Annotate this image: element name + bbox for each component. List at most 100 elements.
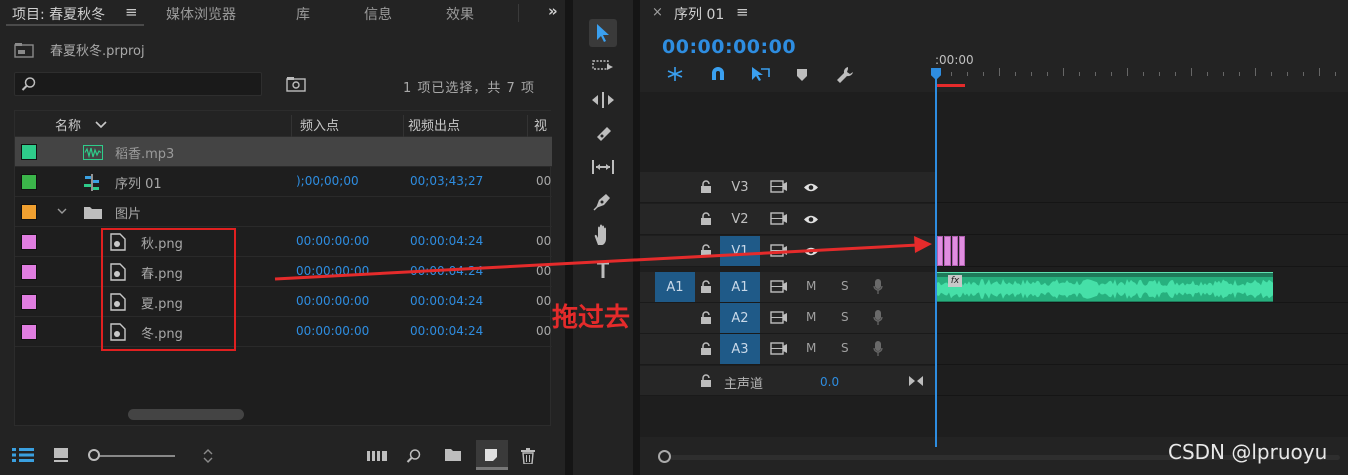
image-clip[interactable]: [944, 236, 951, 266]
list-item-audio[interactable]: 稻香.mp3: [15, 137, 552, 167]
automate-to-sequence-icon[interactable]: [367, 448, 387, 462]
sequence-tab-title[interactable]: 序列 01: [674, 4, 724, 24]
icon-view-icon[interactable]: [54, 448, 68, 462]
audio-clip-a1[interactable]: fx: [937, 272, 1273, 302]
sort-chevron-icon[interactable]: [95, 121, 107, 129]
source-patch-a1[interactable]: A1: [655, 272, 695, 302]
image-clip[interactable]: [937, 236, 944, 266]
list-item-sequence[interactable]: 序列 01 );00;00;00 00;03;43;27 00: [15, 167, 552, 197]
expand-chevron-icon[interactable]: [57, 208, 67, 215]
sort-order-icon[interactable]: [202, 448, 214, 464]
track-target-a1[interactable]: A1: [720, 272, 760, 302]
new-bin-icon[interactable]: [444, 448, 462, 462]
track-target-v1[interactable]: V1: [720, 236, 760, 266]
horizontal-scrollbar[interactable]: [128, 409, 244, 420]
solo-button[interactable]: S: [841, 310, 849, 324]
find-icon[interactable]: [406, 448, 422, 464]
label-color-swatch[interactable]: [21, 174, 37, 190]
track-target-v2[interactable]: V2: [720, 204, 760, 234]
solo-button[interactable]: S: [841, 341, 849, 355]
tab-info[interactable]: 信息: [364, 4, 392, 24]
type-tool[interactable]: [589, 256, 617, 284]
playhead-line[interactable]: [935, 70, 937, 447]
lock-icon[interactable]: [700, 280, 712, 293]
insert-overwrite-sequences-icon[interactable]: [666, 66, 684, 82]
column-video-out[interactable]: 视频出点: [408, 115, 460, 134]
tab-project[interactable]: 项目: 春夏秋冬: [12, 4, 105, 24]
track-v3[interactable]: [937, 172, 1348, 203]
go-to-in-out-icon[interactable]: [908, 375, 924, 387]
label-color-swatch[interactable]: [21, 234, 37, 250]
track-master[interactable]: [937, 366, 1348, 396]
list-item-image[interactable]: 冬.png 00:00:00:00 00:00:04:24 00: [15, 317, 552, 347]
lock-icon[interactable]: [700, 311, 712, 324]
sync-lock-icon[interactable]: [770, 212, 788, 225]
solo-button[interactable]: S: [841, 279, 849, 293]
scrollbar-handle[interactable]: [658, 450, 671, 463]
panel-menu-icon[interactable]: ≡: [125, 3, 138, 21]
work-area-bar[interactable]: [937, 84, 965, 87]
list-item-image[interactable]: 秋.png 00:00:00:00 00:00:04:24 00: [15, 227, 552, 257]
eye-icon[interactable]: [803, 246, 819, 257]
microphone-icon[interactable]: [873, 279, 883, 295]
panel-divider[interactable]: [565, 0, 573, 475]
hand-tool[interactable]: [589, 221, 617, 249]
snap-magnet-icon[interactable]: [709, 66, 727, 82]
panel-menu-icon[interactable]: ≡: [736, 3, 749, 21]
track-a3[interactable]: [937, 334, 1348, 365]
image-clip[interactable]: [951, 236, 958, 266]
wrench-settings-icon[interactable]: [836, 66, 854, 84]
trash-icon[interactable]: [520, 448, 536, 464]
track-v1[interactable]: [937, 236, 1348, 267]
track-target-v3[interactable]: V3: [720, 172, 760, 202]
tab-effects[interactable]: 效果: [446, 4, 474, 24]
lock-icon[interactable]: [700, 244, 712, 257]
search-input[interactable]: [14, 72, 262, 96]
eye-icon[interactable]: [803, 182, 819, 193]
column-name[interactable]: 名称: [55, 115, 81, 134]
fx-badge[interactable]: fx: [948, 275, 962, 287]
sync-lock-icon[interactable]: [770, 280, 788, 293]
track-target-a2[interactable]: A2: [720, 303, 760, 333]
add-marker-icon[interactable]: [796, 68, 808, 82]
mute-button[interactable]: M: [806, 310, 816, 324]
lock-icon[interactable]: [700, 342, 712, 355]
lock-icon[interactable]: [700, 180, 712, 193]
image-clip[interactable]: [958, 236, 965, 266]
column-video-in[interactable]: 频入点: [300, 115, 339, 134]
image-clips-v1[interactable]: [937, 236, 965, 266]
mute-button[interactable]: M: [806, 341, 816, 355]
label-color-swatch[interactable]: [21, 294, 37, 310]
time-ruler[interactable]: :00:00: [935, 52, 1348, 84]
razor-tool[interactable]: [589, 119, 617, 147]
list-item-image[interactable]: 春.png 00:00:00:00 00:00:04:24 00: [15, 257, 552, 287]
linked-selection-icon[interactable]: [750, 66, 770, 82]
label-color-swatch[interactable]: [21, 264, 37, 280]
label-color-swatch[interactable]: [21, 204, 37, 220]
selection-tool[interactable]: [589, 19, 617, 47]
master-volume-value[interactable]: 0.0: [820, 375, 839, 389]
label-color-swatch[interactable]: [21, 144, 37, 160]
playhead-timecode[interactable]: 00:00:00:00: [662, 36, 796, 58]
ripple-edit-tool[interactable]: [589, 86, 617, 114]
list-item-folder[interactable]: 图片: [15, 197, 552, 227]
find-in-bin-icon[interactable]: [286, 76, 306, 92]
zoom-slider-handle[interactable]: [88, 449, 100, 461]
more-tabs-button[interactable]: »: [548, 2, 558, 20]
track-a2[interactable]: [937, 303, 1348, 334]
column-more[interactable]: 视: [534, 115, 547, 134]
track-target-a3[interactable]: A3: [720, 334, 760, 364]
pen-tool[interactable]: [589, 187, 617, 215]
tab-libraries[interactable]: 库: [296, 4, 310, 24]
sync-lock-icon[interactable]: [770, 342, 788, 355]
close-tab-icon[interactable]: ×: [652, 5, 663, 20]
list-item-image[interactable]: 夏.png 00:00:00:00 00:00:04:24 00: [15, 287, 552, 317]
lock-icon[interactable]: [700, 212, 712, 225]
track-v2[interactable]: [937, 204, 1348, 235]
microphone-icon[interactable]: [873, 310, 883, 326]
mute-button[interactable]: M: [806, 279, 816, 293]
lock-icon[interactable]: [700, 374, 712, 387]
eye-icon[interactable]: [803, 214, 819, 225]
label-color-swatch[interactable]: [21, 324, 37, 340]
sync-lock-icon[interactable]: [770, 244, 788, 257]
